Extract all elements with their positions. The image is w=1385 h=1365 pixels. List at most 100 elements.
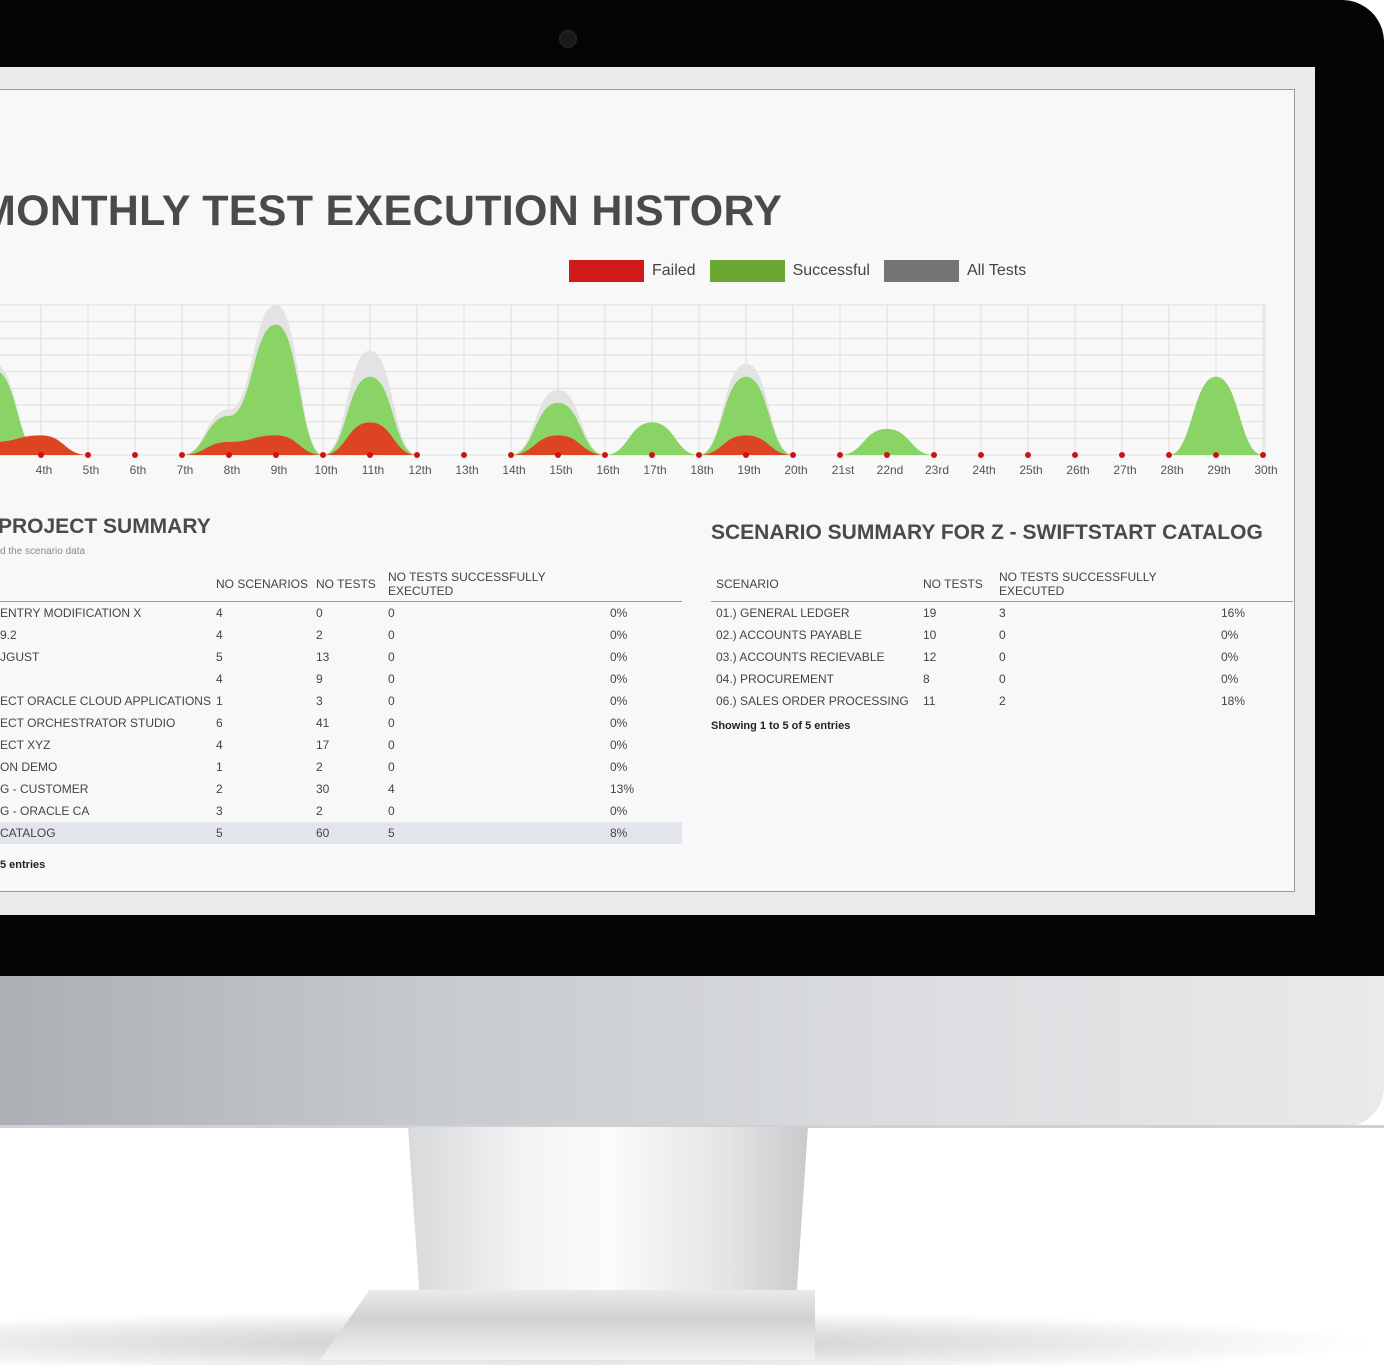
data-point [1260,452,1266,458]
table-cell: 0 [388,672,395,686]
table-cell: ON DEMO [0,760,58,774]
column-header-percent[interactable] [1221,570,1293,602]
table-row[interactable]: 03.) ACCOUNTS RECIEVABLE 12 0 0% [711,646,1293,668]
x-tick-label: 21st [832,463,855,477]
monitor-base [320,1290,815,1360]
table-row[interactable]: 4 9 0 0% [0,668,682,690]
table-cell: 2 [216,782,223,796]
table-cell: 0 [999,650,1006,664]
data-point [226,452,232,458]
table-cell: 0% [1221,628,1239,642]
table-row[interactable]: G - ORACLE CA 3 2 0 0% [0,800,682,822]
table-cell: 0 [388,760,395,774]
monitor-chin [0,976,1384,1127]
table-row[interactable]: ENTRY MODIFICATION X 4 0 0 0% [0,602,682,625]
table-row[interactable]: ECT ORACLE CLOUD APPLICATIONS 1 3 0 0% [0,690,682,712]
table-row[interactable]: G - CUSTOMER 2 30 4 13% [0,778,682,800]
table-cell: G - CUSTOMER [0,782,89,796]
data-point [1213,452,1219,458]
table-header-row: NO SCENARIOS NO TESTS NO TESTS SUCCESSFU… [0,570,682,602]
x-tick-label: 9th [271,463,288,477]
x-tick-label: 5th [83,463,100,477]
table-cell: 16% [1221,606,1246,620]
table-cell: 0% [610,606,628,620]
table-cell: 41 [316,716,330,730]
x-tick-label: 13th [455,463,478,477]
table-cell: 1 [216,760,223,774]
table-cell: 9.2 [0,628,17,642]
table-cell: 1 [216,694,223,708]
table-cell: 0 [388,738,395,752]
data-point [555,452,561,458]
table-row[interactable]: ECT ORCHESTRATOR STUDIO 6 41 0 0% [0,712,682,734]
column-header-no-tests[interactable]: NO TESTS [923,570,999,602]
x-tick-label: 15th [549,463,572,477]
column-header-scenario[interactable]: SCENARIO [711,570,923,602]
data-point [132,452,138,458]
x-tick-label: 10th [314,463,337,477]
table-cell: 4 [216,628,223,642]
table-cell: 5 [216,822,316,844]
table-cell: 12 [923,650,937,664]
table-cell: 01.) GENERAL LEDGER [716,606,850,620]
x-tick-label: 26th [1066,463,1089,477]
table-cell: 10 [923,628,937,642]
column-header-no-scenarios[interactable]: NO SCENARIOS [216,570,316,602]
table-cell: 5 [216,650,223,664]
data-point [1025,452,1031,458]
project-summary-subtitle: d the scenario data [0,546,86,557]
table-row[interactable]: 9.2 4 2 0 0% [0,624,682,646]
table-row[interactable]: JGUST 5 13 0 0% [0,646,682,668]
x-tick-label: 8th [224,463,241,477]
table-cell: 4 [216,738,223,752]
table-cell: 4 [216,672,223,686]
series-area-all-tests [0,305,1263,455]
table-row[interactable]: 04.) PROCUREMENT 8 0 0% [711,668,1293,690]
data-point [38,452,44,458]
table-cell: ECT ORCHESTRATOR STUDIO [0,716,176,730]
table-cell: 03.) ACCOUNTS RECIEVABLE [716,650,885,664]
table-cell [0,668,216,690]
x-tick-label: 22nd [877,463,904,477]
x-tick-label: 23rd [925,463,949,477]
page-title: MONTHLY TEST EXECUTION HISTORY [0,187,783,235]
scenario-summary-showing: Showing 1 to 5 of 5 entries [711,720,851,732]
legend-label-successful: Successful [792,262,870,279]
table-cell: 2 [316,804,323,818]
data-point [1166,452,1172,458]
table-cell: 0% [1221,650,1239,664]
table-cell: 4 [216,606,223,620]
table-row[interactable]: ECT XYZ 4 17 0 0% [0,734,682,756]
column-header-project[interactable] [0,570,216,602]
legend-label-all-tests: All Tests [966,262,1027,279]
table-cell: 3 [216,804,223,818]
data-point [320,452,326,458]
scenario-summary-table: SCENARIO NO TESTS NO TESTS SUCCESSFULLY … [711,570,1293,712]
table-row[interactable]: 06.) SALES ORDER PROCESSING 11 2 18% [711,690,1293,712]
table-row[interactable]: ON DEMO 1 2 0 0% [0,756,682,778]
table-cell: ENTRY MODIFICATION X [0,606,142,620]
table-cell: 0% [610,672,628,686]
column-header-no-tests[interactable]: NO TESTS [316,570,388,602]
data-point [602,452,608,458]
table-cell: 8 [923,672,930,686]
column-header-percent[interactable] [610,570,682,602]
table-cell: 17 [316,738,330,752]
project-summary-table: NO SCENARIOS NO TESTS NO TESTS SUCCESSFU… [0,570,682,844]
data-point [649,452,655,458]
test-history-chart: d4th5th6th7th8th9th10th11th12th13th14th1… [0,304,1278,477]
data-point [790,452,796,458]
table-cell: 0% [610,760,628,774]
table-cell: 11 [923,694,936,708]
data-point [508,452,514,458]
table-cell: G - ORACLE CA [0,804,90,818]
table-cell: 19 [923,606,937,620]
column-header-no-tests-successful[interactable]: NO TESTS SUCCESSFULLY EXECUTED [999,570,1221,602]
x-tick-label: 17th [643,463,666,477]
table-row[interactable]: 02.) ACCOUNTS PAYABLE 10 0 0% [711,624,1293,646]
column-header-no-tests-successful[interactable]: NO TESTS SUCCESSFULLY EXECUTED [388,570,610,602]
table-row[interactable]: CATALOG 5 60 5 8% [0,822,682,844]
data-point [461,452,467,458]
x-tick-label: 11th [362,463,384,477]
table-row[interactable]: 01.) GENERAL LEDGER 19 3 16% [711,602,1293,625]
